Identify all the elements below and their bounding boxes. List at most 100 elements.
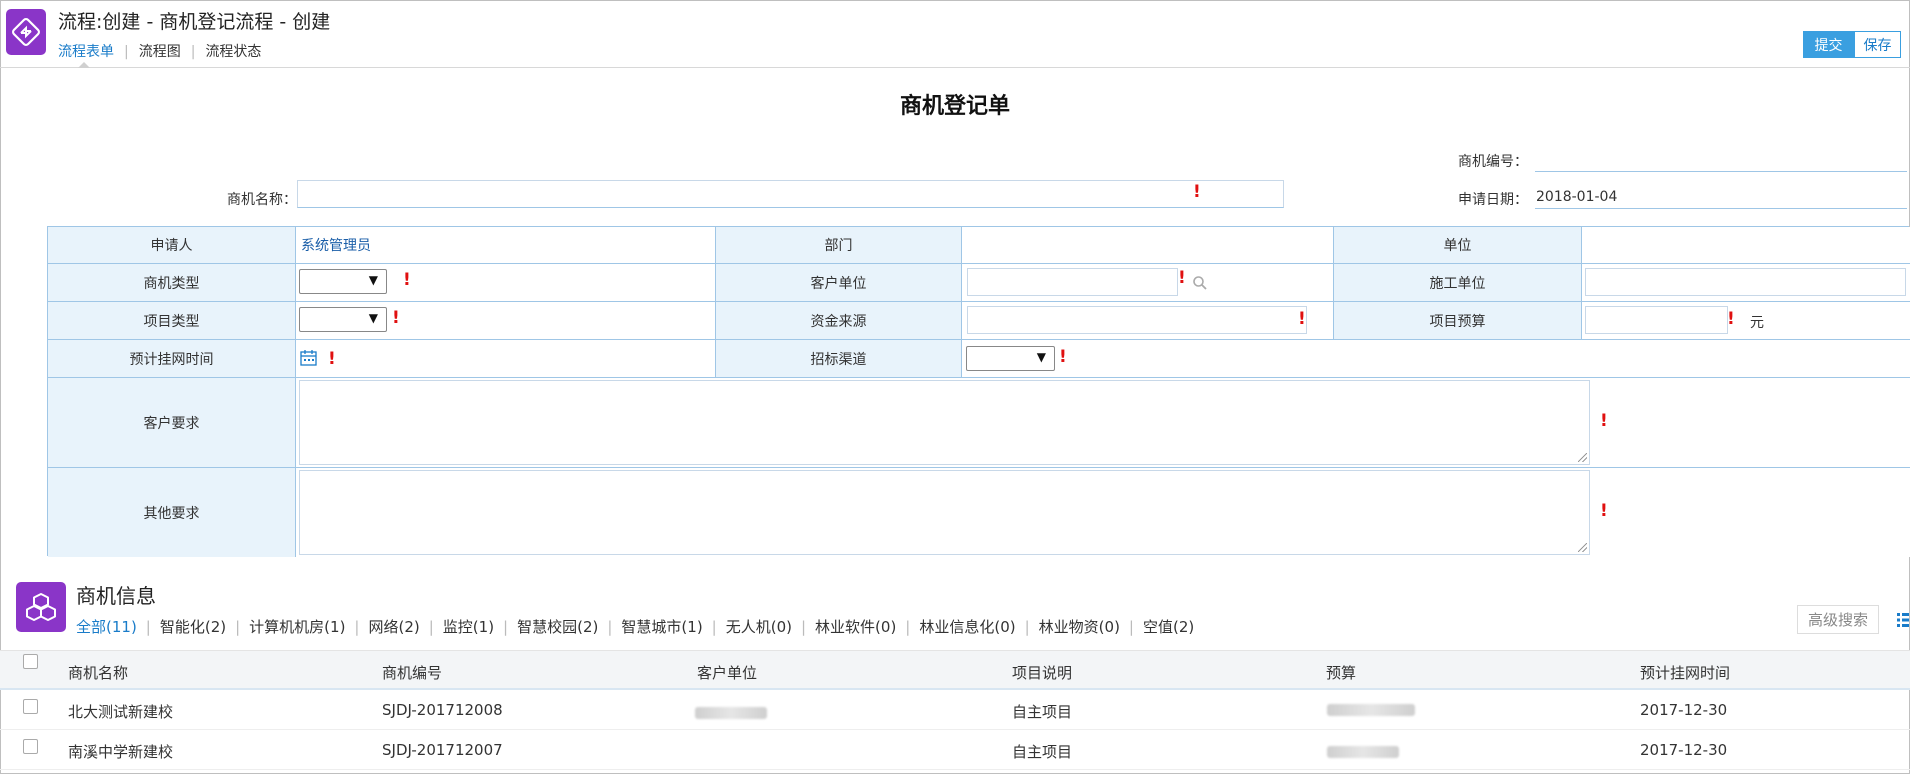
row-checkbox[interactable] (23, 699, 38, 714)
budget-unit-label: 元 (1750, 315, 1764, 331)
unit-value (1582, 227, 1910, 264)
opportunity-number-field[interactable] (1535, 149, 1907, 172)
page-title: 流程:创建 - 商机登记流程 - 创建 (58, 11, 331, 33)
bid-channel-select[interactable]: ▼ (966, 346, 1055, 371)
advanced-search-button[interactable]: 高级搜索 (1797, 605, 1879, 634)
apply-date-value: 2018-01-04 (1536, 189, 1618, 205)
resize-grip-icon[interactable] (1578, 543, 1587, 552)
project-type-select[interactable]: ▼ (299, 307, 387, 332)
header-tabs: 流程表单 | 流程图 | 流程状态 (58, 41, 261, 61)
save-button[interactable]: 保存 (1854, 31, 1901, 58)
customer-requirement-cell: ! (296, 378, 1910, 468)
filter-monitoring[interactable]: 监控(1) (443, 618, 494, 636)
customer-unit-cell: ! (962, 264, 1334, 302)
applicant-label: 申请人 (48, 227, 296, 264)
project-budget-label: 项目预算 (1334, 302, 1582, 340)
search-icon[interactable] (1192, 275, 1208, 291)
chevron-down-icon: ▼ (1036, 350, 1046, 364)
fund-source-field[interactable] (967, 306, 1307, 334)
filter-forestry-software[interactable]: 林业软件(0) (815, 618, 896, 636)
filter-separator: | (503, 618, 509, 636)
column-header[interactable]: 预算 (1326, 662, 1356, 683)
flow-icon (6, 9, 46, 55)
required-mark: ! (392, 308, 400, 328)
chevron-down-icon: ▼ (368, 273, 378, 287)
project-budget-cell: ! 元 (1582, 302, 1910, 340)
filter-separator: | (235, 618, 241, 636)
filter-smart-campus[interactable]: 智慧校园(2) (517, 618, 598, 636)
apply-date-underline (1535, 208, 1907, 209)
opportunity-name-field[interactable] (297, 180, 1284, 208)
department-label: 部门 (716, 227, 962, 264)
construction-unit-field[interactable] (1585, 268, 1906, 296)
tab-separator: | (124, 44, 129, 60)
fund-source-label: 资金来源 (716, 302, 962, 340)
column-header[interactable]: 商机编号 (382, 662, 442, 683)
cell-description: 自主项目 (1012, 743, 1073, 761)
form-title: 商机登记单 (899, 94, 1010, 119)
column-header[interactable]: 客户单位 (697, 662, 757, 683)
filter-drone[interactable]: 无人机(0) (726, 618, 792, 636)
category-filters: 全部(11) | 智能化(2) | 计算机机房(1) | 网络(2) | 监控(1) | 智慧校园(… (76, 616, 1194, 637)
calendar-icon[interactable] (300, 349, 317, 366)
required-mark: ! (1178, 268, 1186, 288)
opportunity-number-label: 商机编号： (1458, 154, 1528, 170)
cubes-icon (16, 582, 66, 632)
cell-name[interactable]: 北大测试新建校 (68, 701, 173, 722)
other-requirement-label: 其他要求 (48, 468, 296, 557)
filter-separator: | (711, 618, 717, 636)
row-checkbox[interactable] (23, 739, 38, 754)
cell-online-time: 2017-12-30 (1640, 701, 1728, 719)
project-budget-field[interactable] (1585, 306, 1728, 334)
required-mark: ! (1193, 182, 1201, 202)
active-tab-caret (78, 62, 90, 68)
customer-unit-label: 客户单位 (716, 264, 962, 302)
required-mark: ! (1298, 309, 1306, 329)
filter-all[interactable]: 全部(11) (76, 618, 137, 636)
applicant-value: 系统管理员 (296, 227, 716, 264)
column-header[interactable]: 商机名称 (68, 662, 128, 683)
table-row[interactable]: 北大测试新建校 SJDJ-201712008 自主项目 2017-12-30 (0, 690, 1910, 730)
cell-name[interactable]: 南溪中学新建校 (68, 741, 173, 762)
construction-unit-label: 施工单位 (1334, 264, 1582, 302)
tab-separator: | (190, 44, 196, 60)
customer-requirement-label: 客户要求 (48, 378, 296, 468)
tab-form[interactable]: 流程表单 (58, 44, 114, 60)
filter-smart-city[interactable]: 智慧城市(1) (621, 618, 702, 636)
list-view-icon[interactable] (1897, 612, 1909, 628)
resize-grip-icon[interactable] (1578, 453, 1587, 462)
chevron-down-icon: ▼ (368, 311, 378, 325)
submit-button[interactable]: 提交 (1803, 31, 1854, 58)
table-row[interactable]: 南溪中学新建校 SJDJ-201712007 自主项目 2017-12-30 (0, 730, 1910, 770)
column-header[interactable]: 预计挂网时间 (1640, 662, 1730, 683)
opportunity-type-select[interactable]: ▼ (299, 269, 387, 294)
filter-separator: | (1024, 618, 1030, 636)
other-requirement-cell: ! (296, 468, 1910, 557)
filter-forestry-it[interactable]: 林业信息化(0) (919, 618, 1015, 636)
bid-channel-label: 招标渠道 (716, 340, 962, 378)
cell-description: 自主项目 (1012, 703, 1073, 721)
cell-number: SJDJ-201712008 (382, 701, 503, 719)
customer-requirement-textarea[interactable] (299, 380, 1590, 465)
department-value (962, 227, 1334, 264)
select-all-checkbox[interactable] (23, 654, 38, 669)
redacted-budget (1327, 704, 1415, 716)
online-time-cell: ! (296, 340, 716, 378)
filter-network[interactable]: 网络(2) (368, 618, 419, 636)
filter-empty[interactable]: 空值(2) (1143, 618, 1194, 636)
filter-forestry-supplies[interactable]: 林业物资(0) (1039, 618, 1120, 636)
fund-source-cell: ! (962, 302, 1334, 340)
required-mark: ! (403, 270, 411, 290)
form-grid: 申请人 系统管理员 部门 单位 商机类型 ▼ ! 客户单位 ! 施工单位 ! 项… (47, 226, 1910, 557)
filter-smart[interactable]: 智能化(2) (160, 618, 226, 636)
tab-flowchart[interactable]: 流程图 (139, 44, 181, 60)
filter-computer-room[interactable]: 计算机机房(1) (249, 618, 345, 636)
column-header[interactable]: 项目说明 (1012, 662, 1072, 683)
opportunity-type-cell: ▼ ! (296, 264, 716, 302)
cell-online-time: 2017-12-30 (1640, 741, 1728, 759)
customer-unit-field[interactable] (967, 268, 1178, 296)
required-mark: ! (1059, 347, 1067, 367)
project-type-cell: ▼ ! (296, 302, 716, 340)
tab-flow-status[interactable]: 流程状态 (205, 44, 261, 60)
other-requirement-textarea[interactable] (299, 470, 1590, 555)
